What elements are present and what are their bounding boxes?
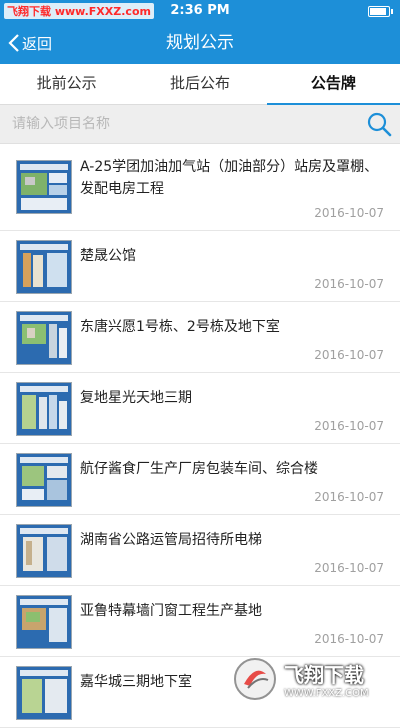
project-thumbnail — [16, 240, 72, 294]
search-icon[interactable] — [366, 111, 392, 137]
tab-bulletin-board[interactable]: 公告牌 — [266, 64, 400, 106]
watermark-logo-url: WWW.FXXZ.COM — [284, 688, 369, 699]
item-date: 2016-10-07 — [314, 490, 384, 504]
tab-pre-approval[interactable]: 批前公示 — [0, 64, 133, 104]
item-title: 东唐兴愿1号栋、2号栋及地下室 — [80, 319, 280, 335]
item-date: 2016-10-07 — [314, 348, 384, 362]
watermark-logo-text: 飞翔下载 — [284, 663, 364, 687]
item-date: 2016-10-07 — [314, 206, 384, 220]
tab-bar: 批前公示 批后公布 公告牌 — [0, 64, 400, 106]
status-time: 2:36 PM — [170, 3, 230, 18]
item-date: 2016-10-07 — [314, 419, 384, 433]
item-title: 亚鲁特幕墙门窗工程生产基地 — [80, 603, 262, 619]
item-date: 2016-10-07 — [314, 561, 384, 575]
item-date: 2016-10-07 — [314, 277, 384, 291]
list-item[interactable]: 亚鲁特幕墙门窗工程生产基地 2016-10-07 — [0, 586, 400, 657]
item-title: 楚晟公馆 — [80, 248, 136, 264]
list-item[interactable]: 湖南省公路运管局招待所电梯 2016-10-07 — [0, 515, 400, 586]
search-bar — [0, 105, 400, 144]
battery-icon — [368, 6, 393, 17]
project-thumbnail — [16, 666, 72, 720]
list-item[interactable]: 楚晟公馆 2016-10-07 — [0, 231, 400, 302]
list-item[interactable]: 航仔酱食厂生产厂房包装车间、综合楼 2016-10-07 — [0, 444, 400, 515]
item-title: 复地星光天地三期 — [80, 390, 192, 406]
watermark-logo-icon — [234, 658, 276, 700]
project-list: A-25学团加油加气站（加油部分）站房及罩棚、发配电房工程 2016-10-07… — [0, 144, 400, 728]
search-input[interactable] — [10, 111, 354, 137]
nav-bar: 返回 规划公示 — [0, 22, 400, 64]
item-title: 航仔酱食厂生产厂房包装车间、综合楼 — [80, 461, 318, 477]
page-title: 规划公示 — [166, 33, 234, 53]
list-item[interactable]: A-25学团加油加气站（加油部分）站房及罩棚、发配电房工程 2016-10-07 — [0, 144, 400, 231]
list-item[interactable]: 东唐兴愿1号栋、2号栋及地下室 2016-10-07 — [0, 302, 400, 373]
tab-post-approval[interactable]: 批后公布 — [133, 64, 266, 104]
project-thumbnail — [16, 311, 72, 365]
watermark-logo: 飞翔下载 WWW.FXXZ.COM — [232, 654, 392, 704]
item-date: 2016-10-07 — [314, 632, 384, 646]
project-thumbnail — [16, 160, 72, 214]
project-thumbnail — [16, 524, 72, 578]
item-title: A-25学团加油加气站（加油部分）站房及罩棚、发配电房工程 — [80, 159, 379, 197]
item-title: 湖南省公路运管局招待所电梯 — [80, 532, 262, 548]
status-bar: 飞翔下载 www.FXXZ.com 2:36 PM — [0, 0, 400, 22]
project-thumbnail — [16, 595, 72, 649]
project-thumbnail — [16, 453, 72, 507]
list-item[interactable]: 复地星光天地三期 2016-10-07 — [0, 373, 400, 444]
project-thumbnail — [16, 382, 72, 436]
